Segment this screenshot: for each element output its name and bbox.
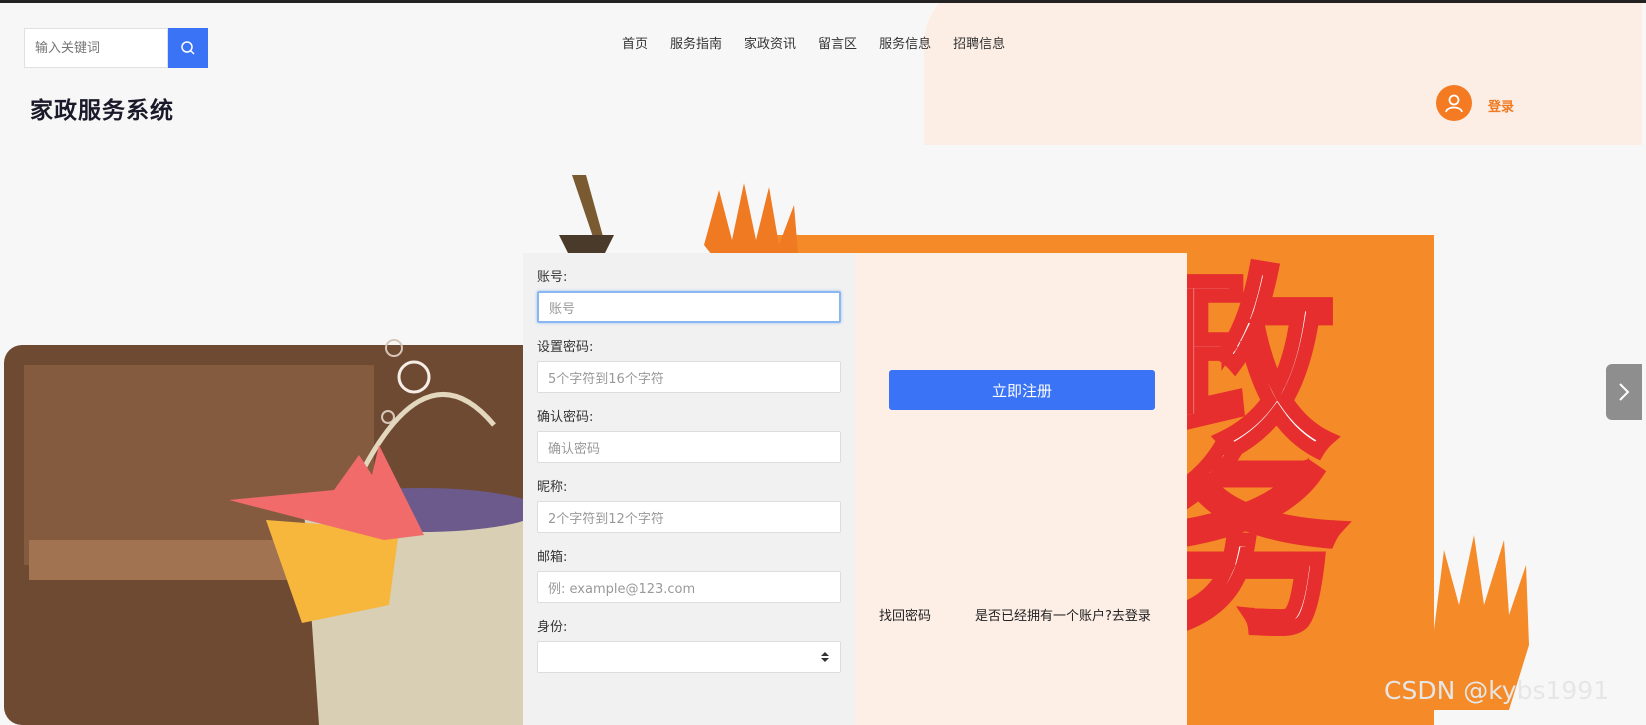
role-select[interactable] [537, 641, 841, 673]
password-label: 设置密码: [537, 340, 594, 355]
confirm-password-label: 确认密码: [537, 410, 594, 425]
password-field[interactable]: 5个字符到16个字符 [537, 361, 841, 393]
nav-item-service-info[interactable]: 服务信息 [879, 33, 931, 52]
nav-item-service-guide[interactable]: 服务指南 [670, 33, 722, 52]
forgot-password-link[interactable]: 找回密码 [879, 605, 931, 624]
site-header: 首页 服务指南 家政资讯 留言区 服务信息 招聘信息 家政服务系统 登录 [4, 3, 1642, 145]
role-label: 身份: [537, 620, 568, 635]
site-title: 家政服务系统 [30, 98, 174, 124]
register-form: 账号: 账号 设置密码: 5个字符到16个字符 确认密码: 确认密码 昵称: 2… [523, 253, 855, 725]
email-label: 邮箱: [537, 550, 568, 565]
login-link[interactable]: 登录 [1488, 96, 1514, 115]
search-input[interactable] [24, 28, 168, 68]
confirm-password-field[interactable]: 确认密码 [537, 431, 841, 463]
account-label: 账号: [537, 270, 568, 285]
select-arrows-icon [821, 652, 829, 662]
nickname-label: 昵称: [537, 480, 568, 495]
watermark-text: CSDN @kybs1991 [1384, 676, 1610, 705]
nav-item-news[interactable]: 家政资讯 [744, 33, 796, 52]
search-button[interactable] [168, 28, 208, 68]
header-decoration [924, 3, 1642, 145]
chevron-right-icon [1619, 383, 1630, 401]
register-form-card: 账号: 账号 设置密码: 5个字符到16个字符 确认密码: 确认密码 昵称: 2… [523, 253, 1187, 725]
search-icon [181, 41, 195, 55]
nav-item-recruitment[interactable]: 招聘信息 [953, 33, 1005, 52]
nav-item-messages[interactable]: 留言区 [818, 33, 857, 52]
account-field[interactable]: 账号 [537, 291, 841, 323]
go-login-link[interactable]: 是否已经拥有一个账户?去登录 [975, 605, 1151, 624]
nickname-field[interactable]: 2个字符到12个字符 [537, 501, 841, 533]
register-button[interactable]: 立即注册 [889, 370, 1155, 410]
avatar[interactable] [1436, 85, 1472, 121]
main-nav: 首页 服务指南 家政资讯 留言区 服务信息 招聘信息 [622, 33, 1005, 52]
user-icon [1445, 94, 1463, 113]
email-field[interactable]: 例: example@123.com [537, 571, 841, 603]
nav-item-home[interactable]: 首页 [622, 33, 648, 52]
next-slide-button[interactable] [1606, 364, 1642, 420]
register-actions: 立即注册 找回密码 是否已经拥有一个账户?去登录 [855, 253, 1187, 725]
